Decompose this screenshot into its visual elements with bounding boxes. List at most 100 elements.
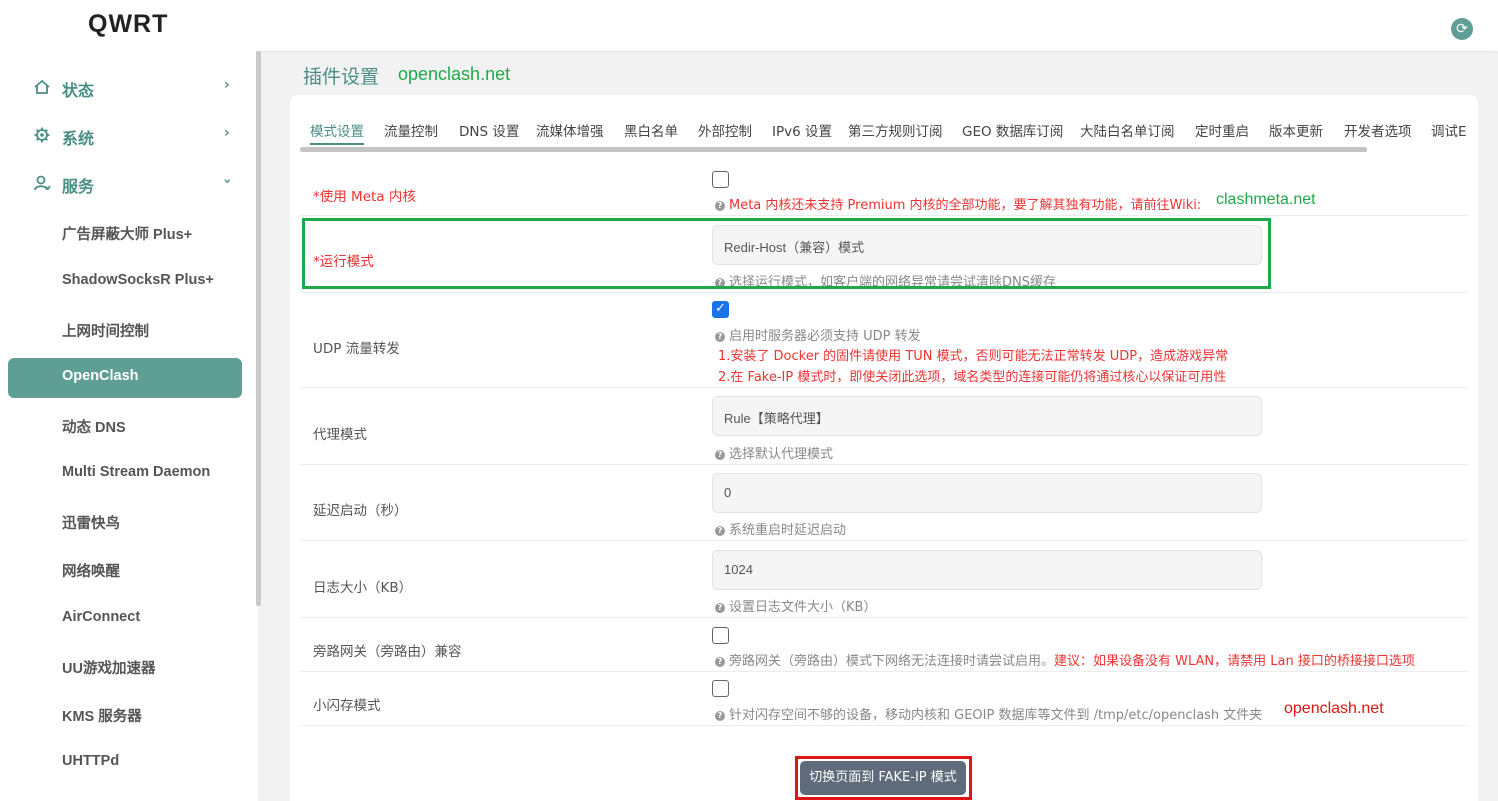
sidebar-item-time-control[interactable]: 上网时间控制 — [8, 310, 242, 350]
meta-core-label: *使用 Meta 内核 — [313, 189, 416, 205]
udp-forward-hint: ? 启用时服务器必须支持 UDP 转发 — [715, 325, 921, 344]
tab-ipv6-settings[interactable]: IPv6 设置 — [772, 120, 832, 140]
chevron-down-icon: › — [218, 178, 235, 184]
proxy-mode-hint-text: 选择默认代理模式 — [729, 447, 834, 462]
tab-external-control[interactable]: 外部控制 — [698, 120, 752, 140]
help-icon: ? — [715, 201, 725, 211]
delay-start-input[interactable]: 0 — [712, 473, 1262, 513]
sidebar-scrollbar[interactable] — [256, 51, 261, 606]
chevron-right-icon: › — [224, 125, 230, 141]
udp-note-fake-ip: 2.在 Fake-IP 模式时，即使关闭此选项，域名类型的连接可能仍将通过核心以… — [718, 370, 1227, 385]
sidebar-item-openclash[interactable]: OpenClash — [8, 358, 242, 398]
log-size-label: 日志大小（KB） — [313, 580, 413, 596]
udp-forward-label: UDP 流量转发 — [313, 341, 400, 357]
small-flash-checkbox[interactable] — [712, 680, 729, 697]
sidebar-item-adblock[interactable]: 广告屏蔽大师 Plus+ — [8, 213, 242, 253]
sidebar-item-services[interactable]: 服务 › — [0, 165, 258, 205]
row-divider — [300, 464, 1468, 465]
tab-china-whitelist[interactable]: 大陆白名单订阅 — [1080, 120, 1175, 140]
row-divider — [300, 725, 1468, 726]
sidebar-item-xunlei[interactable]: 迅雷快鸟 — [8, 502, 242, 542]
sidebar-item-uu-booster[interactable]: UU游戏加速器 — [8, 647, 242, 687]
small-flash-watermark: openclash.net — [1284, 700, 1384, 717]
switch-fake-ip-button[interactable]: 切换页面到 FAKE-IP 模式 — [800, 761, 966, 795]
delay-start-hint: ? 系统重启时延迟启动 — [715, 519, 846, 538]
sidebar-item-wol[interactable]: 网络唤醒 — [8, 550, 242, 590]
sidebar-item-label: AirConnect — [62, 609, 141, 625]
help-icon: ? — [715, 711, 725, 721]
title-watermark: openclash.net — [398, 64, 511, 84]
tab-developer-options[interactable]: 开发者选项 — [1344, 120, 1412, 140]
tab-third-party-rules[interactable]: 第三方规则订阅 — [848, 120, 943, 140]
proxy-mode-select[interactable]: Rule【策略代理】 — [712, 396, 1262, 436]
user-icon — [33, 174, 51, 192]
tab-mode-settings[interactable]: 模式设置 — [310, 120, 364, 140]
brand-logo[interactable]: QWRT — [88, 10, 168, 39]
meta-core-checkbox[interactable] — [712, 171, 729, 188]
udp-forward-hint-text: 启用时服务器必须支持 UDP 转发 — [729, 329, 921, 344]
help-icon: ? — [715, 332, 725, 342]
sidebar-item-label: KMS 服务器 — [62, 709, 142, 725]
row-divider — [300, 671, 1468, 672]
sidebar-item-label: 迅雷快鸟 — [62, 516, 120, 532]
small-flash-hint-text: 针对闪存空间不够的设备，移动内核和 GEOIP 数据库等文件到 /tmp/etc… — [729, 708, 1263, 723]
tab-scrollbar[interactable] — [300, 147, 1367, 152]
log-size-input[interactable]: 1024 — [712, 550, 1262, 590]
page-title: 插件设置 — [303, 66, 380, 88]
tab-debug[interactable]: 调试E — [1431, 120, 1467, 140]
sidebar-item-label: Multi Stream Daemon — [62, 464, 211, 480]
sidebar-item-label: ShadowSocksR Plus+ — [62, 272, 214, 288]
help-icon: ? — [715, 603, 725, 613]
sidebar-item-label: UU游戏加速器 — [62, 661, 156, 677]
row-divider — [300, 617, 1468, 618]
sidebar-item-status[interactable]: 状态 › — [0, 69, 258, 109]
refresh-icon[interactable]: ⟳ — [1451, 18, 1473, 40]
sidebar-item-ssr-plus[interactable]: ShadowSocksR Plus+ — [8, 262, 242, 302]
help-icon: ? — [715, 526, 725, 536]
udp-forward-checkbox[interactable]: ✓ — [712, 301, 729, 318]
tab-traffic-control[interactable]: 流量控制 — [384, 120, 438, 140]
meta-wiki-link[interactable]: clashmeta.net — [1216, 191, 1316, 209]
log-size-hint-text: 设置日志文件大小（KB） — [729, 600, 877, 615]
sidebar-item-system[interactable]: 系统 › — [0, 117, 258, 157]
bypass-gateway-checkbox[interactable] — [712, 627, 729, 644]
sidebar-item-uhttpd[interactable]: UHTTPd — [8, 743, 242, 783]
gear-icon — [33, 126, 51, 144]
sidebar-item-label: 动态 DNS — [62, 420, 126, 436]
sidebar-item-label: 广告屏蔽大师 Plus+ — [62, 227, 193, 243]
sidebar-item-label: 服务 — [62, 177, 95, 196]
udp-note-docker: 1.安装了 Docker 的固件请使用 TUN 模式，否则可能无法正常转发 UD… — [718, 349, 1229, 364]
home-icon — [33, 78, 51, 96]
sidebar-item-label: 状态 — [62, 81, 95, 100]
small-flash-label: 小闪存模式 — [313, 698, 381, 714]
row-divider — [300, 292, 1468, 293]
bypass-gateway-label: 旁路网关（旁路由）兼容 — [313, 644, 462, 660]
sidebar-item-label: 系统 — [62, 129, 95, 148]
help-icon: ? — [715, 657, 725, 667]
sidebar-item-label: UHTTPd — [62, 753, 120, 769]
delay-start-label: 延迟启动（秒） — [313, 503, 408, 519]
tab-geo-database[interactable]: GEO 数据库订阅 — [962, 120, 1063, 140]
sidebar-item-label: 上网时间控制 — [62, 324, 149, 340]
tab-black-white-list[interactable]: 黑白名单 — [624, 120, 678, 140]
active-tab-indicator — [310, 143, 364, 145]
small-flash-hint: ? 针对闪存空间不够的设备，移动内核和 GEOIP 数据库等文件到 /tmp/et… — [715, 704, 1262, 723]
sidebar: 状态 › 系统 › 服务 › 广告屏蔽大师 Plus+ ShadowSocksR… — [0, 51, 258, 801]
meta-core-hint-text: Meta 内核还未支持 Premium 内核的全部功能，要了解其独有功能，请前往… — [729, 198, 1202, 213]
tab-dns-settings[interactable]: DNS 设置 — [459, 120, 519, 140]
sidebar-item-multi-stream[interactable]: Multi Stream Daemon — [8, 454, 242, 494]
run-mode-highlight-box — [302, 218, 1271, 289]
sidebar-item-label: 网络唤醒 — [62, 564, 120, 580]
sidebar-item-ddns[interactable]: 动态 DNS — [8, 406, 242, 446]
tab-streaming[interactable]: 流媒体增强 — [536, 120, 604, 140]
tab-scheduled-restart[interactable]: 定时重启 — [1195, 120, 1249, 140]
tab-version-update[interactable]: 版本更新 — [1269, 120, 1323, 140]
help-icon: ? — [715, 450, 725, 460]
bypass-gateway-hint-text: 旁路网关（旁路由）模式下网络无法连接时请尝试启用。 — [729, 654, 1055, 669]
sidebar-item-kms[interactable]: KMS 服务器 — [8, 695, 242, 735]
sidebar-item-airconnect[interactable]: AirConnect — [8, 599, 242, 639]
proxy-mode-label: 代理模式 — [313, 427, 367, 443]
sidebar-item-label: OpenClash — [62, 368, 139, 384]
tab-bar: 模式设置 流量控制 DNS 设置 流媒体增强 黑白名单 外部控制 IPv6 设置… — [300, 112, 1468, 148]
meta-core-hint: ? Meta 内核还未支持 Premium 内核的全部功能，要了解其独有功能，请前… — [715, 194, 1201, 213]
